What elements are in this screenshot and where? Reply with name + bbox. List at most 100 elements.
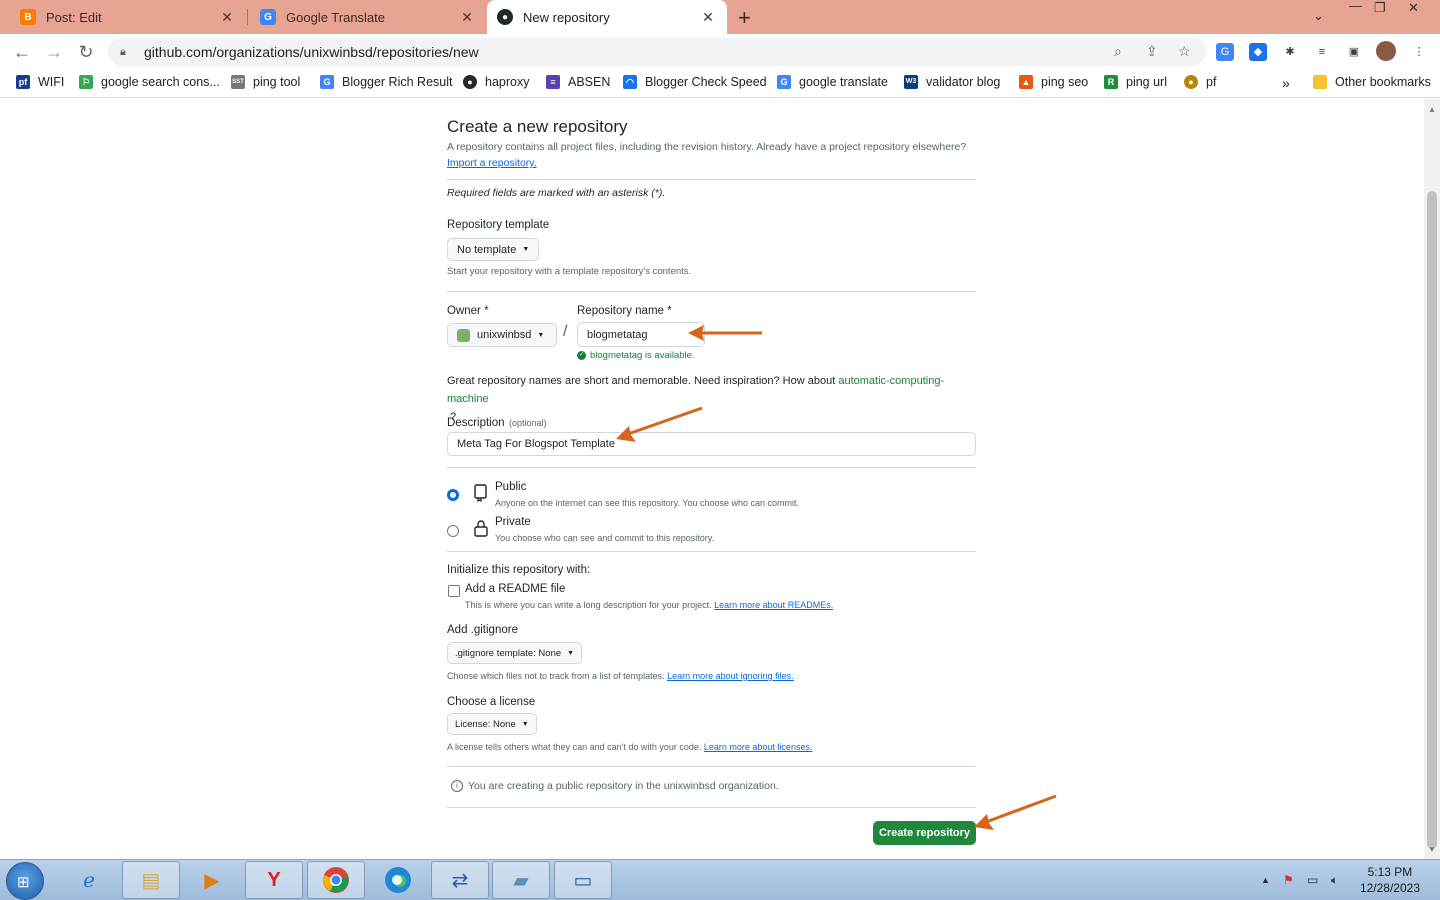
gitignore-select[interactable]: .gitignore template: None ▼ — [447, 642, 583, 664]
license-help: A license tells others what they can and… — [447, 742, 812, 752]
license-select[interactable]: License: None ▼ — [447, 713, 537, 735]
extension-icon[interactable]: ◆ — [1249, 43, 1267, 61]
tab-search-icon[interactable]: ⌄ — [1313, 8, 1324, 24]
start-button[interactable]: ⊞ — [6, 862, 44, 900]
import-repository-link[interactable]: Import a repository. — [447, 157, 537, 169]
bookmarks-overflow-icon[interactable]: » — [1282, 75, 1290, 91]
tab-strip: B Post: Edit ✕ G Google Translate ✕ ● Ne… — [0, 0, 1440, 34]
caret-down-icon: ▼ — [567, 649, 575, 657]
bookmark-haproxy[interactable]: ● haproxy — [463, 75, 529, 89]
readme-checkbox[interactable] — [448, 585, 460, 597]
restore-icon[interactable]: ❐ — [1374, 0, 1386, 16]
network-tool-icon[interactable]: ⇄ — [431, 861, 489, 899]
minimize-icon[interactable]: — — [1349, 0, 1362, 13]
media-icon[interactable]: ≡ — [1313, 43, 1331, 61]
bookmark-pf[interactable]: ● pf — [1184, 75, 1216, 89]
bookmark-icon: ● — [463, 75, 477, 89]
close-window-icon[interactable]: ✕ — [1408, 0, 1419, 16]
bookmark-blogger-rich-result[interactable]: G Blogger Rich Result — [320, 75, 452, 89]
tab-post-edit[interactable]: B Post: Edit ✕ — [10, 0, 246, 34]
bookmark-star-icon[interactable]: ☆ — [1178, 43, 1191, 60]
owner-select[interactable]: unixwinbsd ▼ — [447, 323, 557, 347]
clock-date: 12/28/2023 — [1359, 881, 1420, 895]
public-help: Anyone on the internet can see this repo… — [495, 498, 800, 508]
bookmark-wifi[interactable]: pf WIFI — [16, 75, 64, 89]
tab-new-repository[interactable]: ● New repository ✕ — [487, 0, 727, 34]
remote-desktop-icon[interactable]: ▭ — [554, 861, 612, 899]
close-icon[interactable]: ✕ — [699, 9, 717, 26]
bookmark-google-search-console[interactable]: ⚐ google search cons... — [79, 75, 220, 89]
media-player-icon[interactable]: ▶ — [183, 861, 241, 899]
close-icon[interactable]: ✕ — [458, 9, 476, 26]
volume-icon[interactable]: 🔈︎ — [1331, 873, 1338, 888]
network-icon[interactable]: ▭ — [1307, 873, 1318, 887]
caret-down-icon: ▼ — [537, 331, 545, 339]
file-explorer-icon[interactable]: ▤ — [122, 861, 180, 899]
scroll-down-icon[interactable]: ▼ — [1428, 845, 1436, 854]
action-center-icon[interactable]: ⚑ — [1283, 873, 1294, 887]
tray-expand-icon[interactable]: ▲ — [1261, 875, 1270, 885]
template-label: Repository template — [447, 219, 550, 231]
bookmark-validator-blog[interactable]: W3 validator blog — [904, 75, 1000, 89]
sidepanel-icon[interactable]: ▣ — [1345, 43, 1363, 61]
private-radio[interactable] — [447, 525, 459, 537]
windows-logo-icon: ⊞ — [17, 874, 30, 891]
scrollbar-thumb[interactable] — [1427, 191, 1437, 849]
reload-icon[interactable]: ↻ — [75, 41, 97, 63]
translate-extension-icon[interactable]: G — [1216, 43, 1234, 61]
bookmark-ping-seo[interactable]: ▲ ping seo — [1019, 75, 1088, 89]
menu-icon[interactable]: ⋮ — [1410, 43, 1428, 61]
close-icon[interactable]: ✕ — [218, 9, 236, 26]
bookmark-ping-tool[interactable]: SST ping tool — [231, 75, 300, 89]
bookmark-absen[interactable]: ≡ ABSEN — [546, 75, 610, 89]
forward-icon[interactable]: → — [43, 41, 65, 63]
edge-icon[interactable] — [369, 861, 427, 899]
notepad-icon[interactable]: ▰ — [492, 861, 550, 899]
repo-name-label: Repository name * — [577, 305, 672, 317]
page-scrollbar[interactable]: ▲ ▼ — [1424, 99, 1440, 859]
bookmark-label: validator blog — [926, 75, 1001, 89]
scroll-up-icon[interactable]: ▲ — [1428, 105, 1436, 114]
bookmark-ping-url[interactable]: Rping url — [1104, 75, 1167, 89]
taskbar-clock[interactable]: 5:13 PM 12/28/2023 — [1360, 864, 1420, 896]
bookmark-google-translate[interactable]: Ggoogle translate — [777, 75, 888, 89]
org-avatar — [457, 328, 470, 342]
bookmark-icon: ≡ — [546, 75, 560, 89]
create-repository-button[interactable]: Create repository — [873, 821, 976, 845]
github-icon: ● — [497, 9, 513, 25]
zoom-icon[interactable]: ⌕ — [1114, 43, 1122, 60]
readme-help-text: This is where you can write a long descr… — [465, 600, 712, 610]
slash-separator: / — [563, 323, 568, 340]
tab-title: Post: Edit — [46, 9, 102, 25]
init-heading: Initialize this repository with: — [447, 564, 591, 576]
tab-separator — [247, 9, 248, 25]
address-bar[interactable]: 🔒︎ github.com/organizations/unixwinbsd/r… — [108, 38, 1206, 66]
description-input[interactable]: Meta Tag For Blogspot Template — [447, 432, 976, 456]
license-learn-more-link[interactable]: Learn more about licenses. — [704, 742, 813, 752]
back-icon[interactable]: ← — [11, 41, 33, 63]
internet-explorer-icon[interactable]: ℯ — [60, 861, 118, 899]
public-radio[interactable] — [447, 489, 459, 501]
new-tab-icon[interactable]: + — [738, 5, 751, 31]
bookmark-blogger-check-speed[interactable]: ◠ Blogger Check Speed — [623, 75, 767, 89]
other-bookmarks[interactable]: Other bookmarks — [1303, 75, 1431, 89]
clock-time: 5:13 PM — [1367, 865, 1413, 879]
share-icon[interactable]: ⇪ — [1146, 43, 1158, 60]
bookmark-label: google translate — [799, 75, 888, 89]
puzzle-icon[interactable]: ✱ — [1281, 43, 1299, 61]
readme-learn-more-link[interactable]: Learn more about READMEs. — [714, 600, 833, 610]
bookmark-icon: G — [777, 75, 791, 89]
yandex-browser-icon[interactable]: Y — [245, 861, 303, 899]
caret-down-icon: ▼ — [522, 246, 530, 253]
bookmark-icon: ● — [1184, 75, 1198, 89]
divider — [447, 179, 976, 180]
chrome-icon[interactable] — [307, 861, 365, 899]
tab-google-translate[interactable]: G Google Translate ✕ — [250, 0, 486, 34]
gitignore-learn-more-link[interactable]: Learn more about ignoring files. — [667, 671, 794, 681]
bookmark-icon: SST — [231, 75, 245, 89]
inspiration-prompt: Great repository names are short and mem… — [447, 375, 836, 387]
template-select[interactable]: No template ▼ — [447, 238, 540, 261]
bookmark-label: google search cons... — [101, 75, 220, 89]
avatar[interactable] — [1376, 41, 1396, 61]
gitignore-help-text: Choose which files not to track from a l… — [447, 671, 665, 681]
